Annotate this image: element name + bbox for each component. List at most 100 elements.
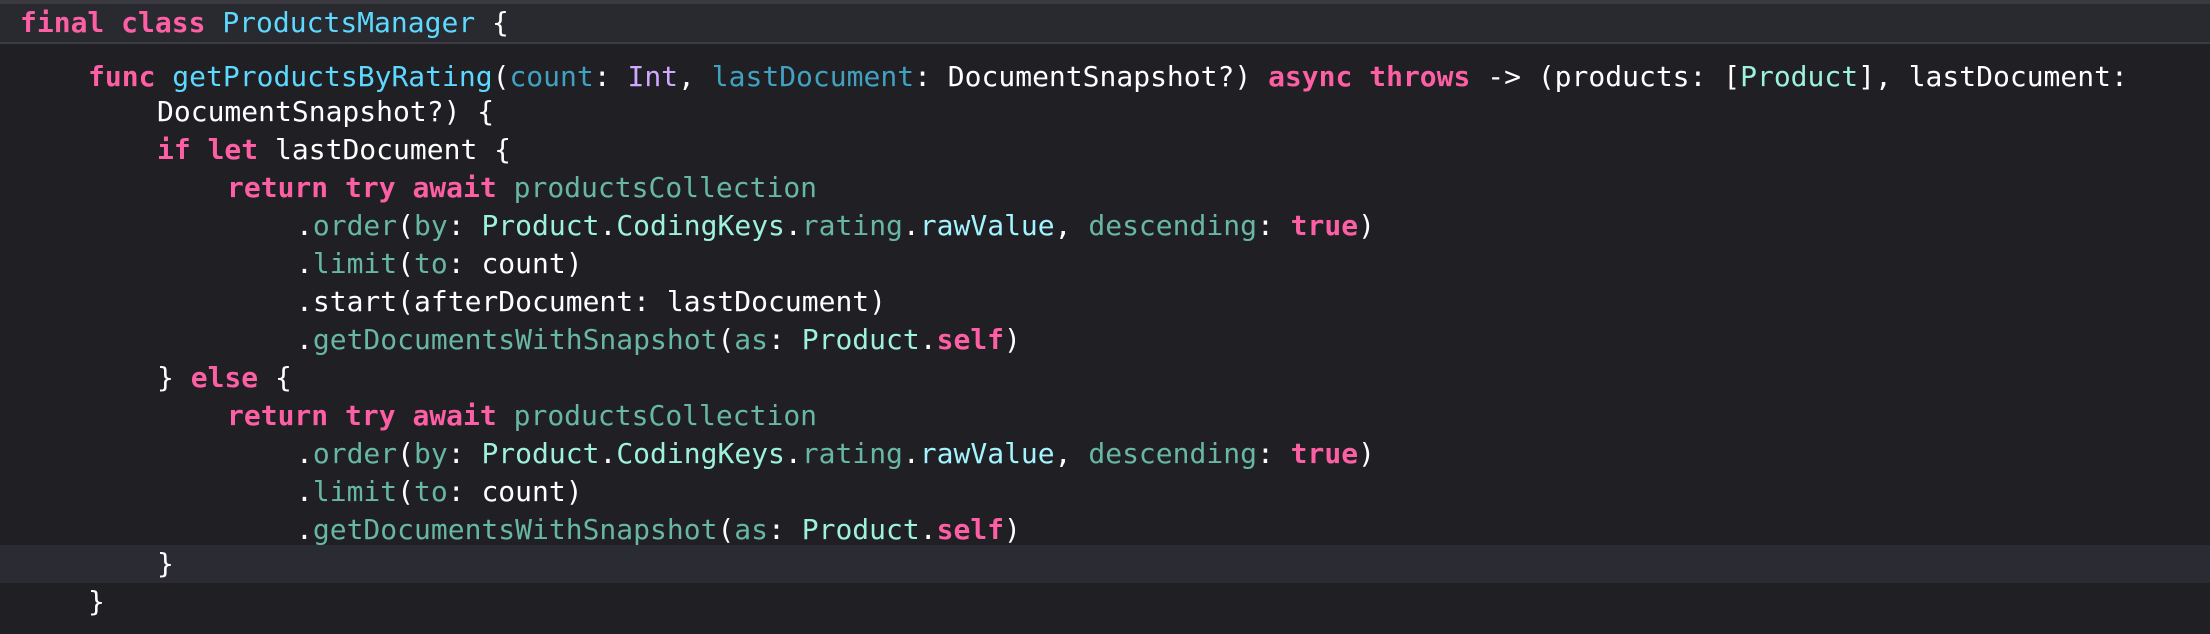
code-token-kw: if xyxy=(157,133,191,166)
code-token-plain: lastDocument { xyxy=(258,133,512,166)
code-token-pc: count xyxy=(509,60,594,93)
code-token-plain: ) xyxy=(1358,437,1375,470)
code-token-plain: : xyxy=(1256,437,1291,470)
code-token-kw: final xyxy=(20,6,105,39)
code-token-prop: getDocumentsWithSnapshot xyxy=(312,323,718,356)
code-token-plain: : xyxy=(768,513,802,546)
code-token-otype: rawValue xyxy=(919,437,1055,470)
code-token-prop: by xyxy=(414,437,448,470)
code-token-kw: true xyxy=(1290,209,1359,242)
sticky-header-divider xyxy=(0,42,2210,44)
code-token-plain: { xyxy=(258,361,292,394)
code-token-plain: ( xyxy=(397,209,415,242)
code-token-plain: .start(afterDocument: lastDocument) xyxy=(296,285,887,318)
code-token-prop: as xyxy=(734,513,769,546)
code-token-plain: ( xyxy=(717,513,735,546)
code-token-plain: . xyxy=(599,209,617,242)
code-line[interactable]: } else { xyxy=(157,359,292,397)
code-token-kw: self xyxy=(936,513,1005,546)
code-token-plain: } xyxy=(157,361,191,394)
code-token-plain: ( xyxy=(397,437,415,470)
code-token-plain: . xyxy=(919,323,937,356)
code-token-plain: . xyxy=(296,437,313,470)
code-token-prop: to xyxy=(414,475,448,508)
code-line[interactable]: .limit(to: count) xyxy=(296,245,583,283)
code-token-plain: . xyxy=(919,513,937,546)
code-line[interactable]: .getDocumentsWithSnapshot(as: Product.se… xyxy=(296,321,1021,359)
code-line[interactable]: func getProductsByRating(count: Int, las… xyxy=(88,58,2128,96)
code-token-plain: . xyxy=(296,475,313,508)
code-token-kw: else xyxy=(190,361,259,394)
code-token-plain: , xyxy=(1054,437,1089,470)
code-token-pc: lastDocument xyxy=(711,60,915,93)
code-token-plain: , xyxy=(1054,209,1089,242)
code-editor[interactable]: final class ProductsManager { func getPro… xyxy=(0,0,2210,634)
code-token-prop: getDocumentsWithSnapshot xyxy=(312,513,718,546)
code-token-plain: ( xyxy=(397,475,415,508)
code-line[interactable]: } xyxy=(88,583,105,621)
code-token-plain: . xyxy=(902,209,920,242)
code-token-prop: to xyxy=(414,247,448,280)
code-line[interactable]: DocumentSnapshot?) { xyxy=(157,93,494,131)
code-token-prop: limit xyxy=(312,475,398,508)
code-token-plain: . xyxy=(296,513,313,546)
code-token-plain: : count) xyxy=(447,475,583,508)
code-token-prop: limit xyxy=(312,247,398,280)
code-line[interactable]: final class ProductsManager { xyxy=(20,4,509,42)
code-line[interactable]: .start(afterDocument: lastDocument) xyxy=(296,283,886,321)
code-token-kw: self xyxy=(936,323,1005,356)
code-line[interactable]: .getDocumentsWithSnapshot(as: Product.se… xyxy=(296,511,1021,549)
code-token-kw: true xyxy=(1290,437,1359,470)
code-token-plain: ( xyxy=(717,323,735,356)
code-token-plain: . xyxy=(296,247,313,280)
code-token-prop: productsCollection xyxy=(513,171,818,204)
code-token-decl: getProductsByRating xyxy=(172,60,493,93)
code-token-cls: Product xyxy=(801,513,920,546)
code-line[interactable]: .limit(to: count) xyxy=(296,473,583,511)
code-line[interactable]: } xyxy=(157,545,174,583)
code-token-cls: Product xyxy=(1740,60,1859,93)
code-token-plain: } xyxy=(157,547,174,580)
code-token-otype: rawValue xyxy=(919,209,1055,242)
code-token-plain: . xyxy=(784,437,802,470)
code-token-plain: ( xyxy=(397,247,415,280)
code-token-plain: ) xyxy=(1004,513,1021,546)
code-token-plain: ) xyxy=(1004,323,1021,356)
code-token-type: Int xyxy=(627,60,679,93)
code-token-plain: ], lastDocument: xyxy=(1858,60,2128,93)
code-token-prop: by xyxy=(414,209,448,242)
code-token-kw: return xyxy=(227,171,329,204)
code-token-kw: async xyxy=(1268,60,1353,93)
code-token-prop: descending xyxy=(1088,437,1257,470)
code-line[interactable]: return try await productsCollection xyxy=(227,169,817,207)
code-line[interactable]: return try await productsCollection xyxy=(227,397,817,435)
code-token-prop: order xyxy=(312,437,398,470)
code-token-plain: . xyxy=(296,209,313,242)
code-token-kw: try xyxy=(345,171,396,204)
code-token-cls: Product xyxy=(481,209,600,242)
code-token-kw: class xyxy=(121,6,206,39)
code-token-plain: DocumentSnapshot?) { xyxy=(157,95,495,128)
code-line[interactable]: .order(by: Product.CodingKeys.rating.raw… xyxy=(296,435,1375,473)
code-token-kw: return xyxy=(227,399,329,432)
code-token-prop: descending xyxy=(1088,209,1257,242)
code-token-plain: , xyxy=(678,60,712,93)
code-token-plain: : DocumentSnapshot?) xyxy=(914,60,1269,93)
code-token-plain: : xyxy=(1256,209,1291,242)
code-token-prop: productsCollection xyxy=(513,399,818,432)
code-token-plain: -> (products: [ xyxy=(1470,60,1741,93)
current-line-highlight xyxy=(0,545,2210,583)
code-token-plain: : xyxy=(593,60,628,93)
code-line[interactable]: .order(by: Product.CodingKeys.rating.raw… xyxy=(296,207,1375,245)
code-token-prop: rating xyxy=(801,437,903,470)
code-token-cls: CodingKeys xyxy=(616,209,785,242)
code-token-cls: Product xyxy=(481,437,600,470)
code-line[interactable]: if let lastDocument { xyxy=(157,131,511,169)
